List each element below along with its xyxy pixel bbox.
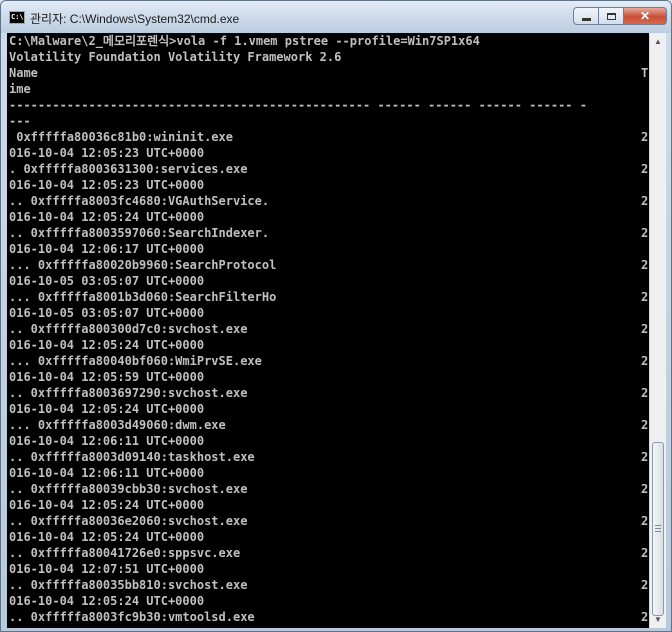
- header-time: T: [641, 66, 649, 80]
- maximize-icon: [606, 12, 616, 20]
- scroll-up-icon[interactable]: ▲: [650, 33, 666, 50]
- maximize-button[interactable]: [598, 7, 624, 25]
- process-time: 016-10-04 12:05:24 UTC+0000: [9, 402, 205, 416]
- process-time: 016-10-04 12:05:24 UTC+0000: [9, 530, 205, 544]
- process-time-start: 2: [641, 514, 649, 528]
- process-time: 016-10-04 12:05:24 UTC+0000: [9, 498, 205, 512]
- process-name: ... 0xfffffa8001b3d060:SearchFilterHo: [9, 290, 277, 304]
- process-time: 016-10-04 12:05:24 UTC+0000: [9, 338, 205, 352]
- process-name: .. 0xfffffa8003d09140:taskhost.exe: [9, 450, 255, 464]
- cmd-window: C:\ 관리자: C:\Windows\System32\cmd.exe ✕ C…: [0, 0, 672, 632]
- console-output[interactable]: C:\Malware\2_메모리포렌식>vola -f 1.vmem pstre…: [7, 33, 649, 628]
- process-name: .. 0xfffffa8003fc4680:VGAuthService.: [9, 194, 270, 208]
- process-time: 016-10-04 12:06:17 UTC+0000: [9, 242, 205, 256]
- process-time-start: 2: [641, 386, 649, 400]
- process-time-start: 2: [641, 226, 649, 240]
- process-time: 016-10-05 03:05:07 UTC+0000: [9, 274, 205, 288]
- process-name: 0xfffffa80036c81b0:wininit.exe: [9, 130, 233, 144]
- scroll-down-icon[interactable]: ▼: [650, 611, 666, 628]
- minimize-button[interactable]: [573, 7, 599, 25]
- process-time-start: 2: [641, 418, 649, 432]
- process-time: 016-10-04 12:05:23 UTC+0000: [9, 146, 205, 160]
- title-bar[interactable]: C:\ 관리자: C:\Windows\System32\cmd.exe ✕: [1, 1, 671, 33]
- process-time: 016-10-04 12:05:59 UTC+0000: [9, 370, 205, 384]
- volatility-banner: Volatility Foundation Volatility Framewo…: [9, 50, 342, 64]
- close-button[interactable]: ✕: [623, 7, 667, 25]
- process-time-start: 2: [641, 130, 649, 144]
- vertical-scrollbar[interactable]: ▲ ▼: [649, 33, 666, 628]
- process-name: .. 0xfffffa8003fc9b30:vmtoolsd.exe: [9, 610, 255, 624]
- header-name: Name: [9, 66, 38, 80]
- process-name: ... 0xfffffa80020b9960:SearchProtocol: [9, 258, 277, 272]
- process-time-start: 2: [641, 258, 649, 272]
- process-time-start: 2: [641, 354, 649, 368]
- cmd-app-icon[interactable]: C:\: [9, 11, 25, 24]
- process-time: 016-10-04 12:05:23 UTC+0000: [9, 178, 205, 192]
- process-name: .. 0xfffffa8003697290:svchost.exe: [9, 386, 248, 400]
- process-name: ... 0xfffffa8003d49060:dwm.exe: [9, 418, 226, 432]
- process-name: .. 0xfffffa80039cbb30:svchost.exe: [9, 482, 248, 496]
- process-time-start: 2: [641, 290, 649, 304]
- process-time-start: 2: [641, 610, 649, 624]
- separator-wrap: ---: [9, 114, 31, 128]
- process-time-start: 2: [641, 322, 649, 336]
- process-time-start: 2: [641, 546, 649, 560]
- header-time-wrap: ime: [9, 82, 31, 96]
- process-time: 016-10-04 12:06:11 UTC+0000: [9, 466, 205, 480]
- separator: ----------------------------------------…: [9, 98, 587, 112]
- process-name: .. 0xfffffa80041726e0:sppsvc.exe: [9, 546, 241, 560]
- process-name: .. 0xfffffa8003597060:SearchIndexer.: [9, 226, 270, 240]
- process-name: .. 0xfffffa80035bb810:svchost.exe: [9, 578, 248, 592]
- process-time: 016-10-04 12:06:11 UTC+0000: [9, 434, 205, 448]
- process-time: 016-10-04 12:05:24 UTC+0000: [9, 210, 205, 224]
- command-prompt: C:\Malware\2_메모리포렌식>vola -f 1.vmem pstre…: [9, 34, 480, 48]
- minimize-icon: [581, 17, 591, 21]
- process-time: 016-10-05 03:05:07 UTC+0000: [9, 306, 205, 320]
- process-name: ... 0xfffffa80040bf060:WmiPrvSE.exe: [9, 354, 262, 368]
- process-name: .. 0xfffffa80036e2060:svchost.exe: [9, 514, 248, 528]
- window-title: 관리자: C:\Windows\System32\cmd.exe: [30, 12, 240, 26]
- process-time: 016-10-04 12:05:24 UTC+0000: [9, 594, 205, 608]
- process-time-start: 2: [641, 162, 649, 176]
- process-time-start: 2: [641, 194, 649, 208]
- process-time-start: 2: [641, 450, 649, 464]
- process-time-start: 2: [641, 482, 649, 496]
- caption-buttons: ✕: [573, 7, 667, 27]
- process-time: 016-10-04 12:07:51 UTC+0000: [9, 562, 205, 576]
- process-name: . 0xfffffa8003631300:services.exe: [9, 162, 248, 176]
- process-name: .. 0xfffffa800300d7c0:svchost.exe: [9, 322, 248, 336]
- scrollbar-thumb[interactable]: [652, 442, 664, 616]
- process-time-start: 2: [641, 578, 649, 592]
- close-icon: ✕: [639, 9, 651, 23]
